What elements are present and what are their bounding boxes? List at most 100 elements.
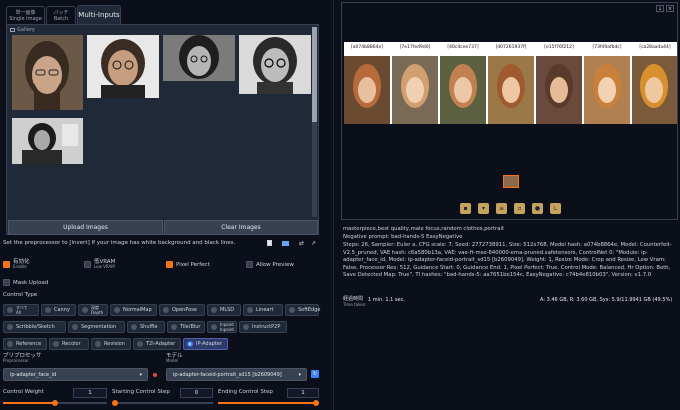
control-type-recolor[interactable]: Recolor (49, 338, 89, 350)
download-icon[interactable]: ↓ (656, 5, 664, 12)
save-icon[interactable]: ▾ (478, 203, 489, 214)
grid-label: [40c4cee737] (447, 45, 479, 50)
starting-step-slider[interactable] (112, 400, 213, 406)
run-preprocessor-icon[interactable] (153, 373, 157, 377)
preprocessor-hint: Set the preprocessor to [invert] If your… (3, 240, 236, 246)
control-type-depth[interactable]: 深度 Depth (78, 304, 108, 316)
portrait-image (163, 35, 235, 81)
tab-single-image[interactable]: 単一画像 Single Image (6, 6, 45, 24)
enable-label: 有効化 Enable (13, 259, 30, 269)
output-parameters: Steps: 26, Sampler: Euler a, CFG scale: … (343, 242, 672, 279)
control-type-t2i-adapter[interactable]: T2I-Adapter (133, 338, 181, 350)
grid-label: [d07261937f] (495, 45, 527, 50)
low-vram-checkbox[interactable] (84, 261, 91, 268)
slider-fill (3, 402, 55, 404)
control-type-instructp2p[interactable]: InstructP2P (239, 321, 287, 333)
document-icon[interactable] (267, 240, 272, 246)
control-type-mlsd[interactable]: MLSD (207, 304, 241, 316)
slider-handle[interactable] (313, 400, 319, 406)
grid-label: [ca28aa4a44] (639, 45, 671, 50)
control-type-all[interactable]: すべて All (3, 304, 39, 316)
time-taken-label: 経過時間 Time taken: (343, 296, 367, 308)
refresh-icon[interactable]: ↻ (311, 370, 319, 378)
gallery-label: Gallery (10, 27, 35, 33)
tab-multi-inputs[interactable]: Multi-Inputs (77, 5, 121, 24)
low-vram-label: 低VRAM Low VRAM (94, 259, 116, 269)
gallery-thumb-1[interactable] (12, 35, 83, 110)
model-label: モデル Model (166, 353, 183, 363)
control-type-canny[interactable]: Canny (41, 304, 76, 316)
grid-label: [7e17fed9d0] (399, 45, 431, 50)
mask-upload-label: Mask Upload (13, 280, 49, 286)
zip-icon[interactable]: ≡ (496, 203, 507, 214)
palette-icon[interactable]: ● (532, 203, 543, 214)
control-weight-slider[interactable] (3, 400, 107, 406)
gallery-panel: Gallery Upload Images Clear Images (6, 24, 319, 235)
control-type-lineart[interactable]: Lineart (243, 304, 283, 316)
control-type-revision[interactable]: Revision (91, 338, 131, 350)
ending-step-label: Ending Control Step (218, 389, 273, 395)
column-divider (333, 0, 334, 410)
allow-preview-label: Allow Preview (256, 262, 294, 268)
folder-icon[interactable]: ▪ (460, 203, 471, 214)
slider-handle[interactable] (52, 400, 58, 406)
control-type-tile[interactable]: Tile/Blur (167, 321, 205, 333)
chevron-down-icon: ▾ (298, 371, 301, 378)
allow-preview-checkbox[interactable] (246, 261, 253, 268)
control-type-ip-adapter[interactable]: IP-Adapter (183, 338, 228, 350)
clear-images-button[interactable]: Clear Images (164, 220, 318, 235)
control-type-inpaint[interactable]: Inpaint Inpaint (207, 321, 237, 333)
grid-label: [a074b8864e] (351, 45, 383, 50)
swap-icon[interactable]: ⇄ (299, 240, 304, 247)
starting-step-value[interactable]: 0 (180, 388, 213, 398)
arrow-icon[interactable]: ↗ (311, 240, 316, 247)
control-type-scribble[interactable]: Scribble/Sketch (3, 321, 66, 333)
chevron-down-icon: ▾ (139, 371, 142, 378)
preprocessor-label: プリプロセッサ Preprocessor (3, 353, 42, 363)
mask-upload-checkbox[interactable] (3, 279, 10, 286)
starting-step-label: Starting Control Step (112, 389, 170, 395)
gallery-thumb-2[interactable] (87, 35, 159, 98)
ending-step-slider[interactable] (218, 400, 319, 406)
vram-usage: A: 3.46 GB, R: 3.60 GB, Sys: 5.9/11.9941… (540, 297, 673, 303)
close-icon[interactable]: × (666, 5, 674, 12)
image-icon[interactable]: ▫ (514, 203, 525, 214)
ending-step-value[interactable]: 1 (287, 388, 319, 398)
portrait-image (239, 35, 311, 94)
control-weight-value[interactable]: 1 (73, 388, 107, 398)
portrait-image (12, 118, 83, 164)
portrait-image (87, 35, 159, 98)
control-weight-label: Control Weight (3, 389, 44, 395)
slider-handle[interactable] (112, 400, 118, 406)
control-type-segmentation[interactable]: Segmentation (68, 321, 125, 333)
output-thumbnail[interactable] (503, 175, 519, 188)
enable-checkbox[interactable] (3, 261, 10, 268)
output-prompt: masterpiece,best quality,male focus,rand… (343, 226, 505, 232)
control-type-normalmap[interactable]: NormalMap (110, 304, 157, 316)
slider-fill (218, 402, 319, 404)
pixel-perfect-checkbox[interactable] (166, 261, 173, 268)
control-type-openpose[interactable]: OpenPose (159, 304, 205, 316)
portrait-image (12, 35, 83, 110)
time-taken-value: 1 min. 1.1 sec. (368, 297, 405, 303)
grid-label: [e15f76f212] (544, 45, 574, 50)
grid-label: [73f49afbdc] (592, 45, 622, 50)
gallery-scrollbar[interactable] (312, 27, 317, 217)
preprocessor-select[interactable]: ip-adapter_face_id ▾ (3, 368, 148, 381)
ruler-icon[interactable]: ∟ (550, 203, 561, 214)
gallery-thumb-4[interactable] (239, 35, 311, 94)
model-select[interactable]: ip-adapter-faceid-portrait_sd15 [b260904… (166, 368, 307, 381)
output-grid-image[interactable]: [a074b8864e] [7e17fed9d0] [40c4cee737] [d07… (344, 42, 677, 124)
grid-portraits (344, 56, 677, 124)
gallery-thumb-5[interactable] (12, 118, 83, 164)
gallery-thumb-3[interactable] (163, 35, 235, 81)
pixel-perfect-label: Pixel Perfect (176, 262, 210, 268)
control-type-shuffle[interactable]: Shuffle (127, 321, 165, 333)
camera-icon[interactable] (282, 241, 289, 246)
control-type-softedge[interactable]: SoftEdge (285, 304, 320, 316)
tab-batch[interactable]: バッチ Batch (46, 6, 76, 24)
control-type-reference[interactable]: Reference (3, 338, 47, 350)
image-icon (10, 28, 15, 32)
upload-images-button[interactable]: Upload Images (8, 220, 163, 235)
output-negative-prompt: Negative prompt: bad-hands-5 EasyNegativ… (343, 234, 463, 240)
